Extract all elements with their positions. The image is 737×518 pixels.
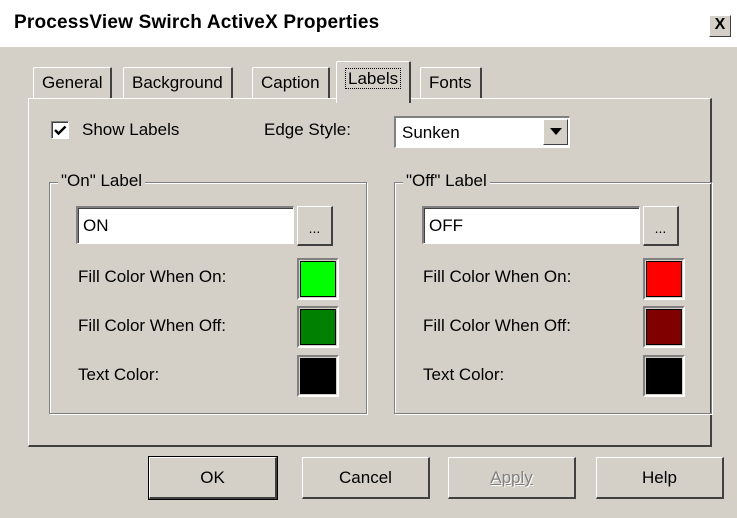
title-bar: ProcessView Swirch ActiveX Properties X: [0, 0, 737, 48]
help-button[interactable]: Help: [596, 457, 724, 499]
on-label-input-value: ON: [83, 216, 109, 235]
off-label-input-value: OFF: [429, 216, 463, 235]
ok-button[interactable]: OK: [148, 456, 278, 500]
color-fill: [646, 358, 682, 394]
off-fill-when-on-label: Fill Color When On:: [423, 267, 572, 286]
cancel-button[interactable]: Cancel: [302, 457, 430, 499]
on-fill-when-on-label: Fill Color When On:: [78, 267, 227, 286]
ellipsis-icon: ...: [654, 220, 667, 236]
off-text-color-swatch[interactable]: [643, 355, 685, 397]
off-fill-when-off-swatch[interactable]: [643, 306, 685, 348]
edge-style-label: Edge Style:: [264, 120, 351, 139]
on-fill-when-off-swatch[interactable]: [297, 306, 339, 348]
checkmark-icon: [54, 125, 67, 136]
on-label-input[interactable]: ON: [76, 206, 294, 244]
on-fill-when-on-swatch[interactable]: [297, 258, 339, 300]
edge-style-value: Sunken: [402, 123, 460, 142]
apply-button[interactable]: Apply: [448, 457, 576, 499]
on-label-browse-button[interactable]: ...: [297, 206, 333, 246]
tab-labels[interactable]: Labels: [336, 61, 412, 103]
color-fill: [646, 309, 682, 345]
color-fill: [646, 261, 682, 297]
tab-caption[interactable]: Caption: [252, 67, 330, 100]
edge-style-dropdown-button[interactable]: [543, 119, 568, 145]
chevron-down-icon: [550, 128, 562, 135]
ok-button-label: OK: [200, 468, 225, 487]
off-fill-when-off-label: Fill Color When Off:: [423, 316, 572, 335]
off-label-legend: "Off" Label: [403, 171, 490, 191]
cancel-button-label: Cancel: [339, 468, 392, 487]
on-fill-when-off-label: Fill Color When Off:: [78, 316, 227, 335]
tab-label: Fonts: [429, 73, 472, 92]
on-label-legend: "On" Label: [58, 171, 146, 191]
tab-label: Labels: [345, 68, 402, 89]
tab-general[interactable]: General: [33, 67, 113, 100]
off-text-color-label: Text Color:: [423, 365, 505, 384]
tab-label: General: [42, 73, 103, 92]
show-labels-label: Show Labels: [82, 120, 180, 139]
on-text-color-label: Text Color:: [78, 365, 160, 384]
help-button-label: Help: [642, 468, 677, 487]
properties-dialog: ProcessView Swirch ActiveX Properties X …: [0, 0, 737, 518]
tab-label: Caption: [261, 73, 320, 92]
on-text-color-swatch[interactable]: [297, 355, 339, 397]
tab-fonts[interactable]: Fonts: [420, 67, 482, 100]
color-fill: [300, 309, 336, 345]
color-fill: [300, 261, 336, 297]
tab-background[interactable]: Background: [123, 67, 233, 100]
ellipsis-icon: ...: [308, 220, 321, 236]
tab-label: Background: [132, 73, 223, 92]
close-icon: X: [714, 16, 726, 33]
close-button[interactable]: X: [709, 15, 731, 37]
off-label-input[interactable]: OFF: [422, 206, 640, 244]
off-fill-when-on-swatch[interactable]: [643, 258, 685, 300]
off-label-browse-button[interactable]: ...: [643, 206, 679, 246]
apply-button-label: Apply: [490, 468, 533, 487]
window-title: ProcessView Swirch ActiveX Properties: [14, 12, 380, 33]
color-fill: [300, 358, 336, 394]
show-labels-checkbox[interactable]: [51, 121, 69, 139]
edge-style-select[interactable]: Sunken: [394, 116, 570, 148]
